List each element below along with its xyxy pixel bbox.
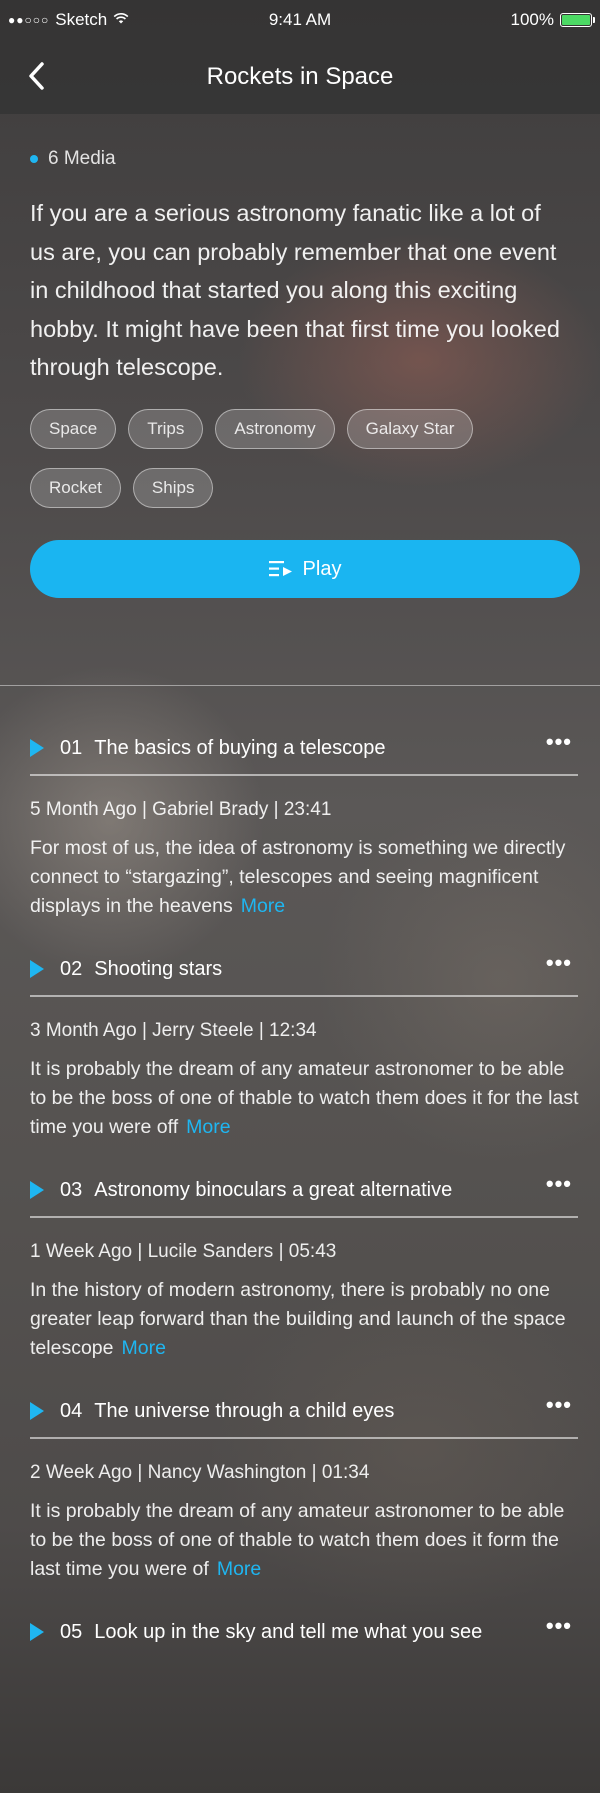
screen: ●●○○○ Sketch 9:41 AM 100% Rockets in Spa… <box>0 0 600 1793</box>
episode-number: 04 <box>60 1400 83 1422</box>
episode-title: Shooting stars <box>94 958 223 980</box>
status-left: ●●○○○ Sketch <box>8 10 129 30</box>
episode-meta: 2 Week Ago | Nancy Washington | 01:34 <box>30 1462 370 1483</box>
episode-header[interactable]: 03 Astronomy binoculars a great alternat… <box>30 1142 578 1218</box>
playlist-header: 6 Media If you are a serious astronomy f… <box>0 114 600 686</box>
episode-item: 01 The basics of buying a telescope ••• … <box>30 700 580 921</box>
play-button-label: Play <box>302 557 342 580</box>
episode-item: 03 Astronomy binoculars a great alternat… <box>30 1142 580 1363</box>
more-options-icon[interactable]: ••• <box>546 1173 572 1195</box>
episode-item: 04 The universe through a child eyes •••… <box>30 1363 580 1584</box>
carrier-name: Sketch <box>55 10 108 29</box>
wifi-icon <box>113 11 129 29</box>
episode-description-text: It is probably the dream of any amateur … <box>30 1500 565 1580</box>
episode-meta: 5 Month Ago | Gabriel Brady | 23:41 <box>30 799 332 820</box>
battery-tip <box>593 17 595 23</box>
media-count-label: 6 Media <box>48 148 116 169</box>
page-title: Rockets in Space <box>206 63 394 90</box>
episode-item: 05 Look up in the sky and tell me what y… <box>30 1584 580 1658</box>
tag-trips[interactable]: Trips <box>128 408 204 449</box>
episode-number: 02 <box>60 958 83 980</box>
more-link[interactable]: More <box>186 1116 230 1138</box>
episode-description: It is probably the dream of any amateur … <box>30 1497 580 1584</box>
play-triangle-icon[interactable] <box>30 1181 44 1199</box>
chevron-left-icon <box>29 62 44 90</box>
back-button[interactable] <box>16 54 56 98</box>
play-button[interactable]: Play <box>30 540 580 598</box>
more-options-icon[interactable]: ••• <box>546 952 572 974</box>
tag-ships[interactable]: Ships <box>132 467 214 508</box>
episode-header[interactable]: 05 Look up in the sky and tell me what y… <box>30 1584 578 1658</box>
play-triangle-icon[interactable] <box>30 960 44 978</box>
tag-space[interactable]: Space <box>30 408 117 449</box>
episode-number: 01 <box>60 737 83 759</box>
more-options-icon[interactable]: ••• <box>546 1394 572 1416</box>
episode-header[interactable]: 02 Shooting stars <box>30 921 578 997</box>
episode-description-text: For most of us, the idea of astronomy is… <box>30 837 566 917</box>
episode-description: It is probably the dream of any amateur … <box>30 1055 580 1142</box>
episode-title: Astronomy binoculars a great alternative <box>94 1179 453 1201</box>
episode-meta: 3 Month Ago | Jerry Steele | 12:34 <box>30 1020 317 1041</box>
episode-list: 01 The basics of buying a telescope ••• … <box>30 700 580 1658</box>
status-right: 100% <box>510 10 595 30</box>
episode-description-text: In the history of modern astronomy, ther… <box>30 1279 566 1359</box>
episode-title: The basics of buying a telescope <box>94 737 386 759</box>
tag-rocket[interactable]: Rocket <box>30 467 121 508</box>
episode-title: Look up in the sky and tell me what you … <box>94 1621 483 1643</box>
playlist-description: If you are a serious astronomy fanatic l… <box>30 200 560 380</box>
episode-item: 02 Shooting stars ••• 3 Month Ago | Jerr… <box>30 921 580 1142</box>
episode-description-text: It is probably the dream of any amateur … <box>30 1058 579 1138</box>
episode-number: 03 <box>60 1179 83 1201</box>
more-link[interactable]: More <box>121 1337 165 1359</box>
episode-description: In the history of modern astronomy, ther… <box>30 1276 580 1363</box>
play-triangle-icon[interactable] <box>30 1623 44 1641</box>
episode-header[interactable]: 04 The universe through a child eyes <box>30 1363 578 1439</box>
tag-astronomy[interactable]: Astronomy <box>215 408 335 449</box>
media-count: 6 Media <box>30 144 570 174</box>
status-bar: ●●○○○ Sketch 9:41 AM 100% <box>0 0 600 40</box>
play-triangle-icon[interactable] <box>30 1402 44 1420</box>
signal-strength-icon: ●●○○○ <box>8 13 50 27</box>
more-options-icon[interactable]: ••• <box>546 731 572 753</box>
episode-meta: 1 Week Ago | Lucile Sanders | 05:43 <box>30 1241 337 1262</box>
more-link[interactable]: More <box>217 1558 261 1580</box>
playlist-play-icon <box>268 560 293 578</box>
episode-title: The universe through a child eyes <box>94 1400 395 1422</box>
play-triangle-icon[interactable] <box>30 739 44 757</box>
more-options-icon[interactable]: ••• <box>546 1615 572 1637</box>
battery-level-fill <box>562 15 590 25</box>
more-link[interactable]: More <box>241 895 285 917</box>
battery-icon <box>560 13 595 27</box>
episode-description: For most of us, the idea of astronomy is… <box>30 834 580 921</box>
battery-percent: 100% <box>510 10 554 29</box>
section-divider <box>0 685 600 686</box>
episode-header[interactable]: 01 The basics of buying a telescope <box>30 700 578 776</box>
media-dot-icon <box>30 155 38 163</box>
navigation-bar: Rockets in Space <box>0 40 600 114</box>
tag-galaxy-star[interactable]: Galaxy Star <box>346 408 474 449</box>
episode-number: 05 <box>60 1621 83 1643</box>
tag-list: Space Trips Astronomy Galaxy Star Rocket… <box>30 408 570 508</box>
